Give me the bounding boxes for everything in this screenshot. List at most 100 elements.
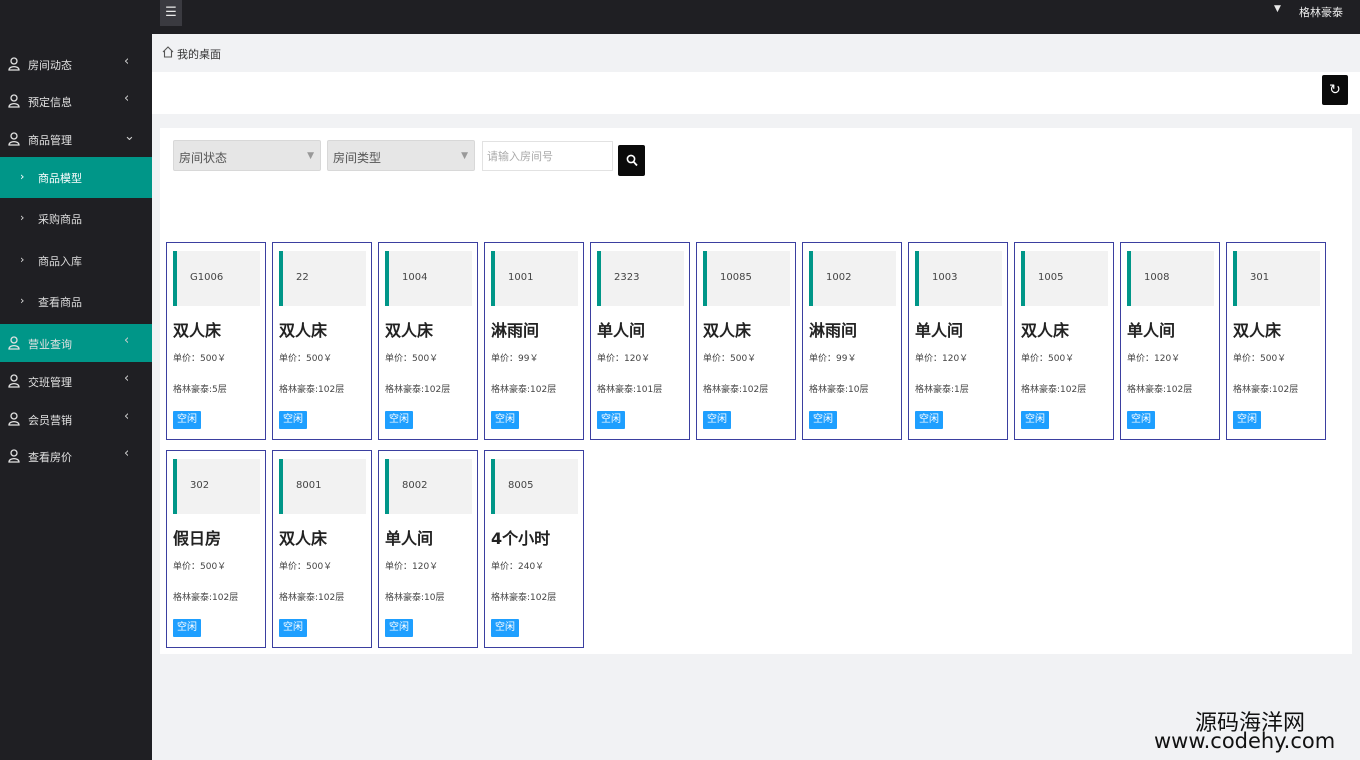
room-price: 单价：240￥ [491, 562, 545, 572]
room-price: 单价：500￥ [279, 354, 333, 364]
chevron-down-icon[interactable]: ▼ [1274, 4, 1281, 14]
sidebar: 房间动态 ‹ 预定信息 ‹ 商品管理 ⌄ › 商品模型 › 采购商品 › 商品入… [0, 34, 152, 760]
room-location: 格林豪泰:1层 [915, 385, 969, 395]
status-badge[interactable]: 空闲 [173, 619, 201, 637]
room-number: 10085 [720, 272, 752, 283]
sidebar-item-label: 预定信息 [28, 96, 72, 109]
room-card[interactable]: 10085 双人床 单价：500￥ 格林豪泰:102层 空闲 [696, 242, 796, 440]
status-badge[interactable]: 空闲 [1233, 411, 1261, 429]
chevron-left-icon: ‹ [124, 54, 130, 69]
room-price: 单价：120￥ [597, 354, 651, 364]
sidebar-item-member-marketing[interactable]: 会员营销 ‹ [0, 400, 152, 438]
room-card[interactable]: 1001 淋雨间 单价：99￥ 格林豪泰:102层 空闲 [484, 242, 584, 440]
sidebar-item-goods-management[interactable]: 商品管理 ⌄ [0, 120, 152, 158]
room-price: 单价：120￥ [915, 354, 969, 364]
room-type-select-value: 房间类型 [333, 151, 382, 165]
status-badge[interactable]: 空闲 [279, 411, 307, 429]
status-badge[interactable]: 空闲 [703, 411, 731, 429]
user-name[interactable]: 格林豪泰 [1299, 4, 1343, 20]
refresh-icon: ↻ [1329, 82, 1341, 98]
chevron-down-icon: ▼ [461, 151, 468, 161]
room-card[interactable]: 22 双人床 单价：500￥ 格林豪泰:102层 空闲 [272, 242, 372, 440]
room-card[interactable]: 1003 单人间 单价：120￥ 格林豪泰:1层 空闲 [908, 242, 1008, 440]
refresh-button[interactable]: ↻ [1322, 75, 1348, 105]
room-card[interactable]: 1005 双人床 单价：500￥ 格林豪泰:102层 空闲 [1014, 242, 1114, 440]
room-type: 双人床 [1233, 321, 1282, 340]
room-number: G1006 [190, 272, 224, 283]
room-card[interactable]: 1008 单人间 单价：120￥ 格林豪泰:102层 空闲 [1120, 242, 1220, 440]
room-card[interactable]: G1006 双人床 单价：500￥ 格林豪泰:5层 空闲 [166, 242, 266, 440]
room-price: 单价：99￥ [491, 354, 539, 364]
status-badge[interactable]: 空闲 [491, 411, 519, 429]
status-badge[interactable]: 空闲 [279, 619, 307, 637]
room-price: 单价：500￥ [1021, 354, 1075, 364]
chevron-left-icon: ‹ [124, 446, 130, 461]
status-badge[interactable]: 空闲 [597, 411, 625, 429]
search-button[interactable] [618, 145, 645, 176]
sidebar-item-label: 商品管理 [28, 134, 72, 147]
sidebar-item-room-prices[interactable]: 查看房价 ‹ [0, 437, 152, 475]
sidebar-item-room-status[interactable]: 房间动态 ‹ [0, 45, 152, 83]
chevron-down-icon: ▼ [307, 151, 314, 161]
status-badge[interactable]: 空闲 [1127, 411, 1155, 429]
sidebar-item-label: 会员营销 [28, 414, 72, 427]
status-badge[interactable]: 空闲 [1021, 411, 1049, 429]
room-type: 双人床 [279, 321, 328, 340]
room-type: 淋雨间 [809, 321, 858, 340]
user-icon [8, 336, 20, 350]
room-card[interactable]: 2323 单人间 单价：120￥ 格林豪泰:101层 空闲 [590, 242, 690, 440]
room-number-box: 2323 [597, 251, 684, 306]
sidebar-subitem-goods-model[interactable]: › 商品模型 [0, 157, 152, 198]
top-bar: ☰ ▼ 格林豪泰 [0, 0, 1360, 34]
sidebar-item-reservations[interactable]: 预定信息 ‹ [0, 82, 152, 120]
sidebar-item-shift-handover[interactable]: 交班管理 ‹ [0, 362, 152, 400]
status-badge[interactable]: 空闲 [915, 411, 943, 429]
chevron-left-icon: ‹ [124, 409, 130, 424]
room-type: 双人床 [385, 321, 434, 340]
room-number-input[interactable] [482, 141, 613, 171]
room-number-box: 8001 [279, 459, 366, 514]
room-type: 假日房 [173, 529, 222, 548]
room-card[interactable]: 301 双人床 单价：500￥ 格林豪泰:102层 空闲 [1226, 242, 1326, 440]
room-type: 单人间 [1127, 321, 1176, 340]
room-number: 8001 [296, 480, 322, 491]
sidebar-item-business-query[interactable]: 营业查询 ‹ [0, 324, 152, 362]
hamburger-icon[interactable]: ☰ [160, 0, 182, 26]
user-icon [8, 94, 20, 108]
sidebar-subitem-goods-stock-in[interactable]: › 商品入库 [0, 240, 152, 281]
room-type: 双人床 [173, 321, 222, 340]
sidebar-subitem-purchase-goods[interactable]: › 采购商品 [0, 198, 152, 239]
room-card[interactable]: 302 假日房 单价：500￥ 格林豪泰:102层 空闲 [166, 450, 266, 648]
room-type-select[interactable]: 房间类型 ▼ [327, 140, 475, 171]
chevron-right-icon: › [20, 253, 25, 266]
room-number-box: 301 [1233, 251, 1320, 306]
status-badge[interactable]: 空闲 [809, 411, 837, 429]
search-icon [626, 154, 638, 167]
room-number-box: 1002 [809, 251, 896, 306]
room-number: 1005 [1038, 272, 1064, 283]
status-badge[interactable]: 空闲 [173, 411, 201, 429]
sidebar-subitem-view-goods[interactable]: › 查看商品 [0, 281, 152, 322]
room-card[interactable]: 1002 淋雨间 单价：99￥ 格林豪泰:10层 空闲 [802, 242, 902, 440]
sidebar-item-label: 交班管理 [28, 376, 72, 389]
status-badge[interactable]: 空闲 [385, 411, 413, 429]
action-bar [152, 72, 1360, 114]
breadcrumb-label[interactable]: 我的桌面 [177, 46, 221, 62]
room-type: 单人间 [915, 321, 964, 340]
room-number: 1002 [826, 272, 852, 283]
room-card[interactable]: 1004 双人床 单价：500￥ 格林豪泰:102层 空闲 [378, 242, 478, 440]
home-icon[interactable] [162, 46, 174, 58]
sidebar-subitem-label: 查看商品 [38, 296, 82, 309]
room-price: 单价：120￥ [385, 562, 439, 572]
room-card[interactable]: 8002 单人间 单价：120￥ 格林豪泰:10层 空闲 [378, 450, 478, 648]
chevron-right-icon: › [20, 170, 25, 183]
room-card[interactable]: 8001 双人床 单价：500￥ 格林豪泰:102层 空闲 [272, 450, 372, 648]
room-type: 4个小时 [491, 529, 551, 548]
room-card[interactable]: 8005 4个小时 单价：240￥ 格林豪泰:102层 空闲 [484, 450, 584, 648]
room-number: 301 [1250, 272, 1270, 283]
status-badge[interactable]: 空闲 [385, 619, 413, 637]
status-badge[interactable]: 空闲 [491, 619, 519, 637]
room-location: 格林豪泰:102层 [491, 593, 557, 603]
room-status-select[interactable]: 房间状态 ▼ [173, 140, 321, 171]
user-icon [8, 374, 20, 388]
